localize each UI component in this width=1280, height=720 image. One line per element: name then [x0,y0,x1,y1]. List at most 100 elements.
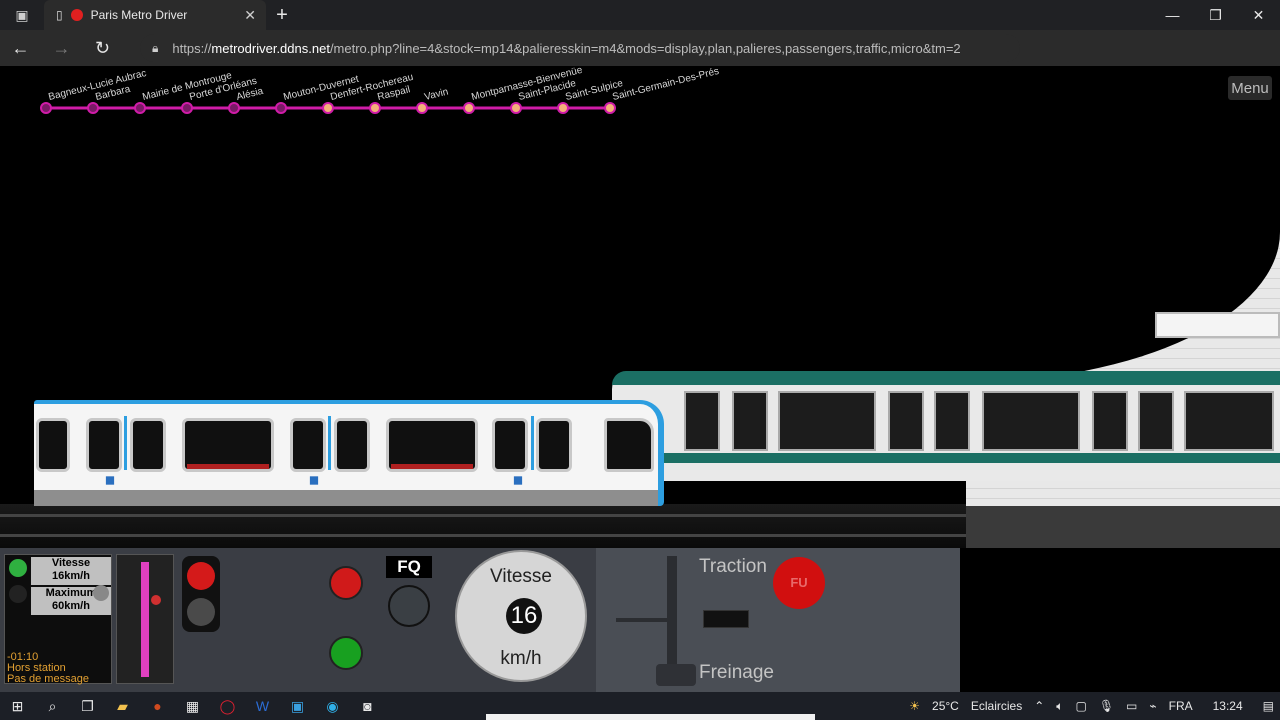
dial-icon [93,585,109,601]
battery-icon[interactable]: ▭ [1120,699,1143,713]
lever-handle[interactable] [656,664,696,686]
start-icon[interactable]: ⊞ [0,692,35,720]
lever-neutral-indicator [703,610,749,628]
operator-logo: ⬛︎ [310,476,318,485]
control-panel: Vitesse 16km/h Maximum 60km/h -01:10 Hor… [0,548,960,692]
train-window [1184,391,1274,451]
train-door-window [130,418,166,472]
browser-tab-bar: ▣ ▯ Paris Metro Driver ✕ + — ❐ ✕ [0,0,1280,30]
close-doors-button[interactable] [329,566,363,600]
notifications-icon[interactable]: ▤ [1257,699,1280,713]
fq-button[interactable] [388,585,430,627]
train-door-window [334,418,370,472]
file-explorer-icon[interactable]: ▰ [105,692,140,720]
recording-progress-bar [486,714,815,720]
weather-icon[interactable]: ☀ [903,699,926,713]
traction-brake-lever[interactable]: Traction Freinage FU [596,548,960,692]
station-dot [40,102,52,114]
clock[interactable]: 13:24 [1199,699,1257,713]
tab-actions-icon[interactable]: ▣ [0,0,44,30]
station-dot [463,102,475,114]
train-window [982,391,1080,451]
speed-bar-meter [116,554,174,684]
speedometer-unit: km/h [500,648,542,669]
emergency-brake-button[interactable]: FU [773,557,825,609]
browser-tab[interactable]: ▯ Paris Metro Driver ✕ [44,0,266,30]
chevron-up-icon[interactable]: ⌃ [1028,699,1050,713]
task-view-icon[interactable]: ❐ [70,692,105,720]
station-dot [181,102,193,114]
mic-icon[interactable]: 🎙︎ [1093,699,1120,713]
train-window [934,391,970,451]
volume-icon[interactable]: 🔈︎ [1050,699,1069,714]
game-canvas[interactable]: Menu Bagneux-Lucie Aubrac Barbara Mairie d… [0,66,1280,692]
max-badge-value: 60km/h [52,600,90,612]
url-bar[interactable]: 🔒︎ https://metrodriver.ddns.net/metro.ph… [140,34,1020,62]
cab-window [604,418,654,472]
door-pole [328,416,331,470]
forward-button[interactable]: → [41,30,82,66]
station-lamp [1155,312,1280,338]
close-window-button[interactable]: ✕ [1237,0,1280,30]
train-window [182,418,274,472]
station-dot [510,102,522,114]
refresh-button[interactable]: ↻ [82,30,123,66]
back-button[interactable]: ← [0,30,41,66]
weather-temp[interactable]: 25°C [926,699,965,713]
screen-icon[interactable]: ▢ [1069,699,1092,713]
new-tab-button[interactable]: + [266,0,298,30]
recorder-icon[interactable]: ◙ [350,692,385,720]
player-train: ⬛︎ ⬛︎ ⬛︎ [34,400,664,506]
word-icon[interactable]: W [245,692,280,720]
app-icon[interactable]: ▣ [280,692,315,720]
menu-button[interactable]: Menu [1228,76,1272,100]
signal-off-lamp [187,598,215,626]
language-indicator[interactable]: FRA [1163,699,1199,713]
platform-floor [966,506,1280,548]
tab-title: Paris Metro Driver [90,8,188,22]
minimize-button[interactable]: — [1151,0,1194,30]
train-window [778,391,876,451]
speedometer-value: 16 [506,598,542,634]
network-icon[interactable]: ⌁ [1143,699,1162,713]
door-pole [124,416,127,470]
train-window [36,418,70,472]
close-tab-icon[interactable]: ✕ [244,7,256,24]
calculator-icon[interactable]: ▦ [175,692,210,720]
train-door-window [536,418,572,472]
speed-badge-title: Vitesse [51,557,91,569]
info-display: Vitesse 16km/h Maximum 60km/h -01:10 Hor… [4,554,112,685]
powerpoint-icon[interactable]: ● [140,692,175,720]
url-prefix: https:// [172,40,212,56]
open-doors-button[interactable] [329,636,363,670]
fq-label: FQ [386,556,432,578]
operator-logo: ⬛︎ [106,476,114,485]
train-window [1092,391,1128,451]
speed-badge-value: 16km/h [52,570,90,582]
station-dot [87,102,99,114]
train-window [888,391,924,451]
station-dot [604,102,616,114]
train-door-window [86,418,122,472]
opera-icon[interactable]: ◯ [210,692,245,720]
train-door-window [492,418,528,472]
limit-marker [151,595,161,605]
lock-icon: 🔒︎ [152,40,159,55]
station-dot [134,102,146,114]
edge-icon[interactable]: ◉ [315,692,350,720]
train-skirt [34,490,658,506]
message-status: Pas de message [7,673,89,685]
station-dot [322,102,334,114]
station-dot [275,102,287,114]
traction-label: Traction [699,556,767,577]
search-icon[interactable]: ⌕ [35,692,70,720]
address-toolbar: ← → ↻ 🔒︎ https://metrodriver.ddns.net/me… [0,30,1280,89]
url-path: /metro.php?line=4&stock=mp14&palieresski… [329,40,961,56]
weather-text[interactable]: Eclaircies [965,699,1028,713]
train-band [612,453,1280,463]
recording-icon [70,9,83,21]
url-host: metrodriver.ddns.net [211,40,330,56]
train-window [732,391,768,451]
restore-button[interactable]: ❐ [1194,0,1237,30]
train-window [386,418,478,472]
